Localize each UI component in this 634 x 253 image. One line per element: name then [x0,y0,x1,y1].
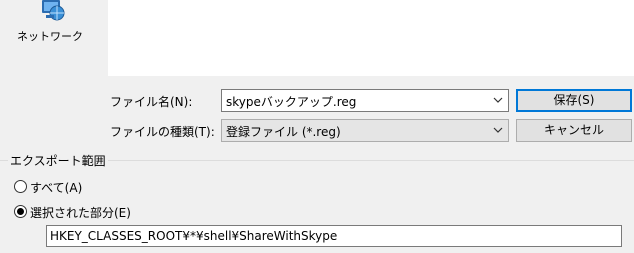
filetype-label: ファイルの種類(T): [110,125,215,139]
network-icon[interactable] [36,0,66,22]
export-range-title: エクスポート範囲 [8,152,108,169]
radio-selected-branch-label[interactable]: 選択された部分(E) [30,204,131,221]
filetype-value: 登録ファイル (*.reg) [226,125,341,139]
radio-selected-branch[interactable] [14,205,27,218]
filename-combobox[interactable]: skypeバックアップ.reg [221,89,509,112]
file-list-area[interactable] [108,0,634,76]
selected-branch-value[interactable]: HKEY_CLASSES_ROOT¥*¥shell¥ShareWithSkype [50,229,337,243]
save-button[interactable]: 保存(S) [516,89,632,112]
chevron-down-icon[interactable] [488,120,508,141]
selected-branch-input[interactable]: HKEY_CLASSES_ROOT¥*¥shell¥ShareWithSkype [46,225,622,247]
radio-all-label[interactable]: すべて(A) [30,179,82,196]
filename-label: ファイル名(N): [110,95,193,109]
chevron-down-icon[interactable] [488,90,508,111]
network-label[interactable]: ネットワーク [0,28,100,44]
radio-selected-dot [17,208,24,215]
filename-input[interactable]: skypeバックアップ.reg [226,93,356,110]
places-sidebar [0,0,108,150]
cancel-button[interactable]: キャンセル [516,119,632,142]
filetype-select[interactable]: 登録ファイル (*.reg) [221,119,509,142]
radio-all[interactable] [14,180,27,193]
